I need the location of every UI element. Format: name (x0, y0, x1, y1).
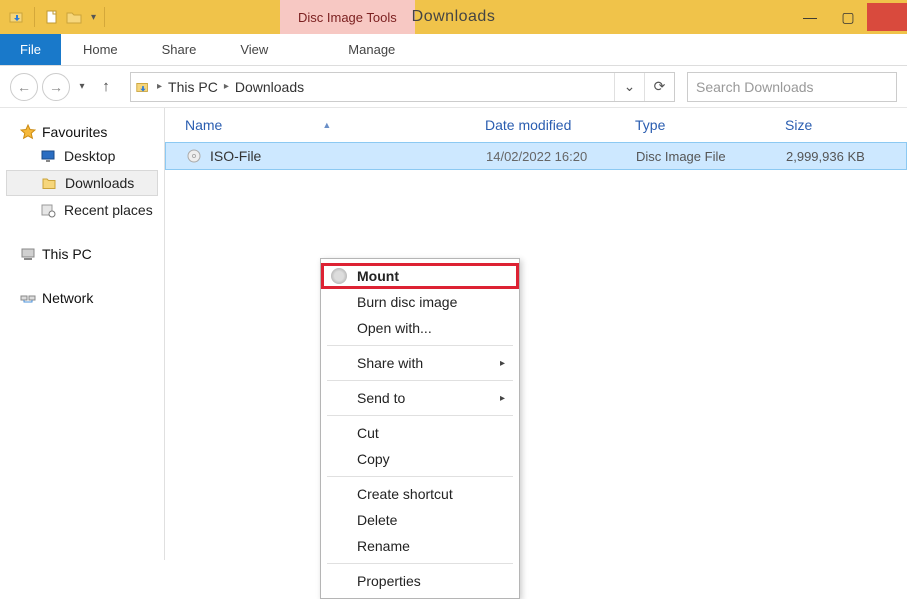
back-button[interactable]: ← (10, 73, 38, 101)
maximize-button[interactable]: ▢ (829, 3, 867, 31)
chevron-right-icon: ▸ (500, 358, 505, 369)
file-size: 2,999,936 KB (786, 149, 906, 164)
file-type: Disc Image File (636, 149, 786, 164)
forward-button[interactable]: → (42, 73, 70, 101)
context-menu-separator (327, 476, 513, 477)
file-date: 14/02/2022 16:20 (486, 149, 636, 164)
sidebar-group-network: Network (0, 286, 164, 310)
folder-icon[interactable] (65, 8, 83, 26)
search-placeholder: Search Downloads (696, 79, 814, 95)
column-header-size[interactable]: Size (785, 117, 905, 133)
monitor-icon (40, 148, 56, 164)
sidebar-item-desktop[interactable]: Desktop (0, 144, 164, 168)
new-file-icon[interactable] (43, 8, 61, 26)
breadcrumb-label: This PC (168, 79, 218, 95)
context-menu-separator (327, 415, 513, 416)
tab-home[interactable]: Home (61, 34, 140, 65)
sidebar-item-label: Recent places (64, 202, 153, 218)
column-header-name[interactable]: Name ▲ (185, 117, 485, 133)
sidebar-item-label: This PC (42, 246, 92, 262)
folder-down-icon (41, 175, 57, 191)
sidebar-item-label: Downloads (65, 175, 134, 191)
tab-view[interactable]: View (218, 34, 290, 65)
chevron-right-icon[interactable]: ▸ (157, 81, 162, 92)
context-menu-cut[interactable]: Cut (321, 420, 519, 446)
sidebar-group-header[interactable]: Favourites (0, 120, 164, 144)
sort-ascending-icon: ▲ (322, 120, 331, 130)
file-name: ISO-File (210, 148, 261, 164)
breadcrumb-segment[interactable]: This PC ▸ (168, 79, 229, 95)
context-menu: Mount Burn disc image Open with... Share… (320, 258, 520, 599)
search-input[interactable]: Search Downloads (687, 72, 897, 102)
quick-access-toolbar: ▾ (0, 7, 109, 27)
close-button[interactable] (867, 3, 907, 31)
context-menu-mount[interactable]: Mount (321, 263, 519, 289)
chevron-right-icon: ▸ (500, 393, 505, 404)
file-tab[interactable]: File (0, 34, 61, 65)
sidebar-group-label: Favourites (42, 124, 107, 140)
network-icon (20, 290, 36, 306)
context-menu-send-to[interactable]: Send to▸ (321, 385, 519, 411)
sidebar-item-label: Network (42, 290, 93, 306)
column-header-type[interactable]: Type (635, 117, 785, 133)
disc-image-icon (186, 148, 202, 164)
context-menu-properties[interactable]: Properties (321, 568, 519, 594)
column-header-date[interactable]: Date modified (485, 117, 635, 133)
window-title: Downloads (412, 8, 496, 26)
recent-icon (40, 202, 56, 218)
context-menu-rename[interactable]: Rename (321, 533, 519, 559)
refresh-button[interactable]: ⟳ (644, 73, 674, 101)
window-controls: — ▢ (791, 3, 907, 31)
context-menu-open-with[interactable]: Open with... (321, 315, 519, 341)
context-menu-delete[interactable]: Delete (321, 507, 519, 533)
sidebar-item-network[interactable]: Network (0, 286, 164, 310)
contextual-tab-label[interactable]: Disc Image Tools (280, 0, 415, 34)
qat-dropdown-icon[interactable]: ▾ (91, 12, 96, 23)
column-headers: Name ▲ Date modified Type Size (165, 108, 907, 142)
file-row[interactable]: ISO-File 14/02/2022 16:20 Disc Image Fil… (165, 142, 907, 170)
context-menu-separator (327, 563, 513, 564)
recent-locations-dropdown-icon[interactable]: ▾ (74, 73, 90, 101)
star-icon (20, 124, 36, 140)
folder-down-icon[interactable] (8, 8, 26, 26)
sidebar-item-this-pc[interactable]: This PC (0, 242, 164, 266)
sidebar-group-this-pc: This PC (0, 242, 164, 266)
breadcrumb-label: Downloads (235, 79, 304, 95)
address-bar[interactable]: ▸ This PC ▸ Downloads ⌄ ⟳ (130, 72, 675, 102)
navigation-bar: ← → ▾ ↑ ▸ This PC ▸ Downloads ⌄ ⟳ Search… (0, 66, 907, 108)
context-menu-create-shortcut[interactable]: Create shortcut (321, 481, 519, 507)
context-menu-share-with[interactable]: Share with▸ (321, 350, 519, 376)
sidebar-item-downloads[interactable]: Downloads (6, 170, 158, 196)
sidebar-item-label: Desktop (64, 148, 115, 164)
sidebar-item-recent-places[interactable]: Recent places (0, 198, 164, 222)
chevron-right-icon[interactable]: ▸ (224, 81, 229, 92)
context-menu-copy[interactable]: Copy (321, 446, 519, 472)
context-menu-burn-disc-image[interactable]: Burn disc image (321, 289, 519, 315)
context-menu-separator (327, 380, 513, 381)
breadcrumb-segment[interactable]: Downloads (235, 79, 304, 95)
navigation-pane: Favourites Desktop Downloads Recent plac… (0, 108, 165, 560)
up-button[interactable]: ↑ (94, 78, 118, 95)
title-bar: ▾ Disc Image Tools Downloads — ▢ (0, 0, 907, 34)
folder-down-icon (135, 79, 151, 95)
ribbon-tabs: File Home Share View Manage (0, 34, 907, 66)
address-dropdown-icon[interactable]: ⌄ (614, 73, 644, 101)
context-menu-separator (327, 345, 513, 346)
file-list: Name ▲ Date modified Type Size ISO-File … (165, 108, 907, 560)
tab-share[interactable]: Share (140, 34, 219, 65)
sidebar-group-favourites: Favourites Desktop Downloads Recent plac… (0, 120, 164, 222)
tab-manage[interactable]: Manage (326, 34, 417, 65)
computer-icon (20, 246, 36, 262)
content-area: Favourites Desktop Downloads Recent plac… (0, 108, 907, 560)
minimize-button[interactable]: — (791, 3, 829, 31)
